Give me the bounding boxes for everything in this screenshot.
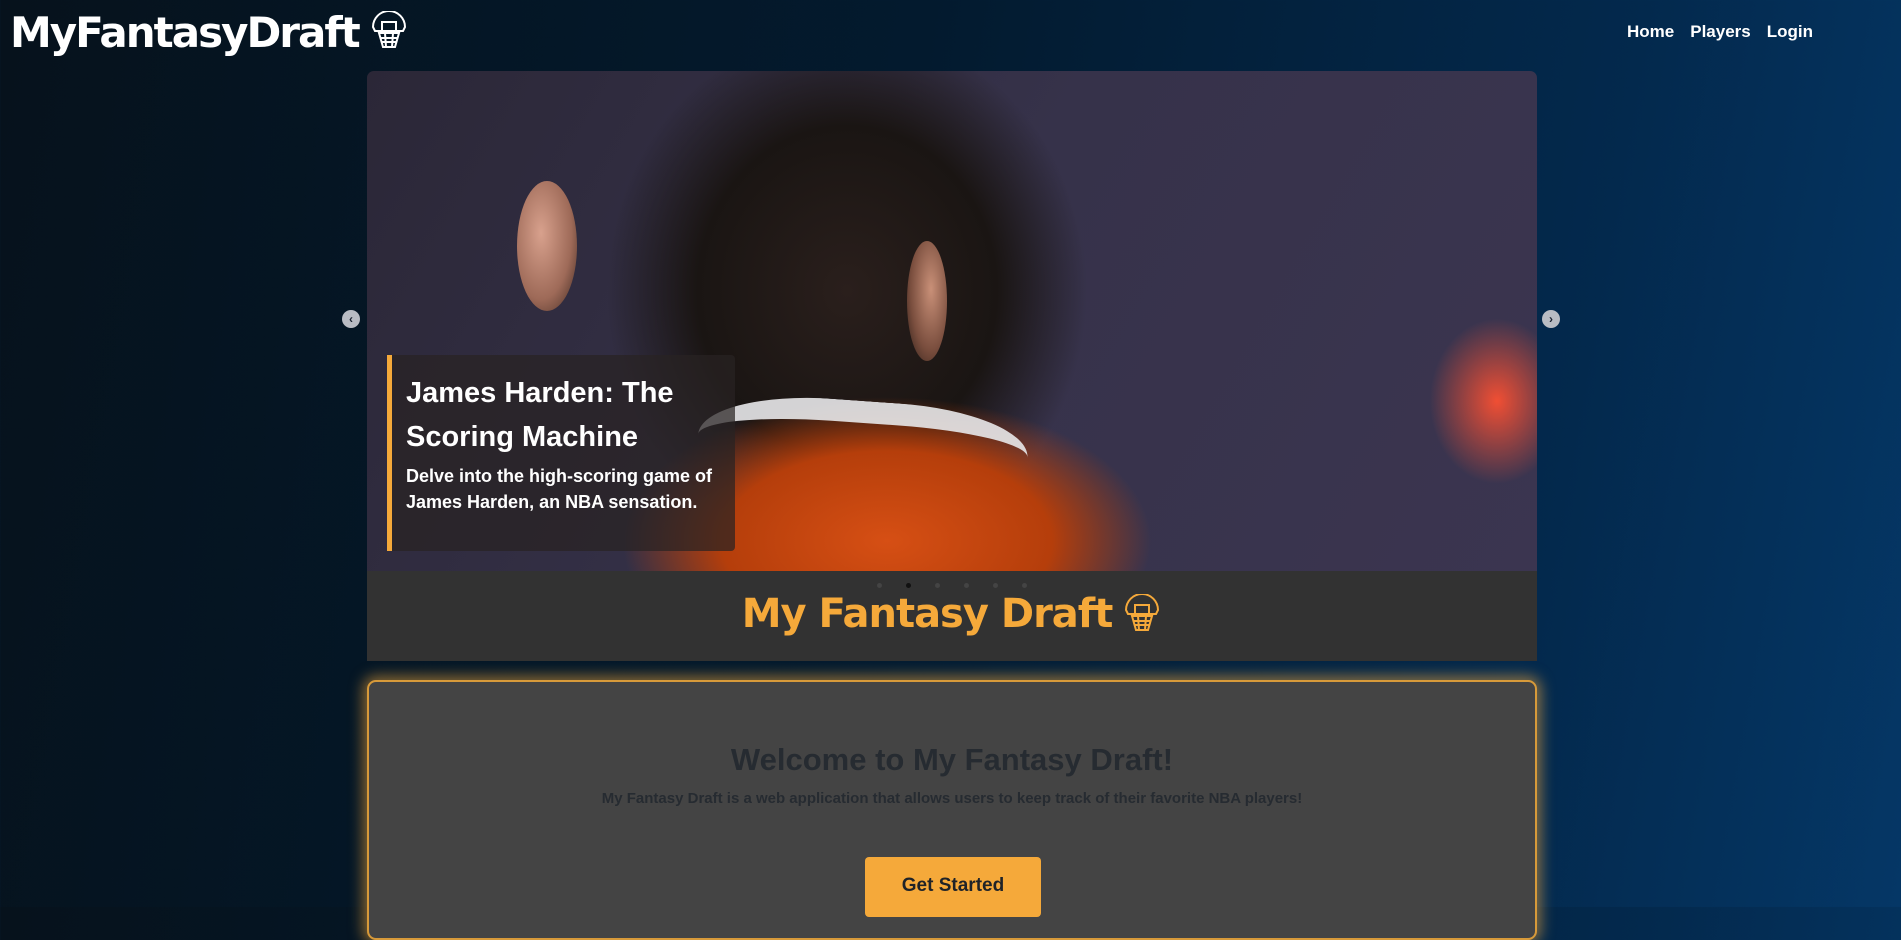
slide-image-detail bbox=[517, 181, 577, 311]
carousel-indicator[interactable] bbox=[964, 583, 969, 588]
nav-players[interactable]: Players bbox=[1690, 22, 1751, 42]
get-started-button[interactable]: Get Started bbox=[865, 857, 1041, 917]
welcome-subtitle: My Fantasy Draft is a web application th… bbox=[601, 790, 1303, 807]
nav-login[interactable]: Login bbox=[1767, 22, 1813, 42]
brand-title: MyFantasyDraft bbox=[10, 8, 361, 57]
chevron-right-icon[interactable]: › bbox=[1542, 310, 1560, 328]
carousel-indicator[interactable] bbox=[935, 583, 940, 588]
carousel-indicators bbox=[367, 583, 1537, 588]
brand-logo[interactable]: MyFantasyDraft bbox=[10, 8, 409, 58]
carousel-indicator[interactable] bbox=[993, 583, 998, 588]
carousel-indicator[interactable] bbox=[877, 583, 882, 588]
caption-title: James Harden: The Scoring Machine bbox=[406, 377, 674, 453]
nav-home[interactable]: Home bbox=[1627, 22, 1674, 42]
basketball-hoop-icon bbox=[369, 9, 409, 56]
band-title: My Fantasy Draft bbox=[741, 591, 1114, 637]
carousel-indicator[interactable] bbox=[1022, 583, 1027, 588]
hero-carousel[interactable]: James Harden: The Scoring Machine Delve … bbox=[367, 71, 1537, 571]
welcome-card: Welcome to My Fantasy Draft! My Fantasy … bbox=[367, 680, 1537, 940]
slide-image-detail bbox=[907, 241, 947, 361]
band-title-wrap: My Fantasy Draft bbox=[367, 591, 1537, 637]
welcome-title: Welcome to My Fantasy Draft! bbox=[730, 742, 1174, 777]
basketball-hoop-icon bbox=[1125, 594, 1160, 631]
brand-band: My Fantasy Draft bbox=[367, 571, 1537, 661]
carousel-indicator-active[interactable] bbox=[906, 583, 911, 588]
chevron-left-icon[interactable]: ‹ bbox=[342, 310, 360, 328]
caption-text: Delve into the high-scoring game of Jame… bbox=[406, 466, 713, 512]
slide-caption: James Harden: The Scoring Machine Delve … bbox=[387, 355, 735, 551]
top-nav: Home Players Login bbox=[1627, 22, 1813, 42]
